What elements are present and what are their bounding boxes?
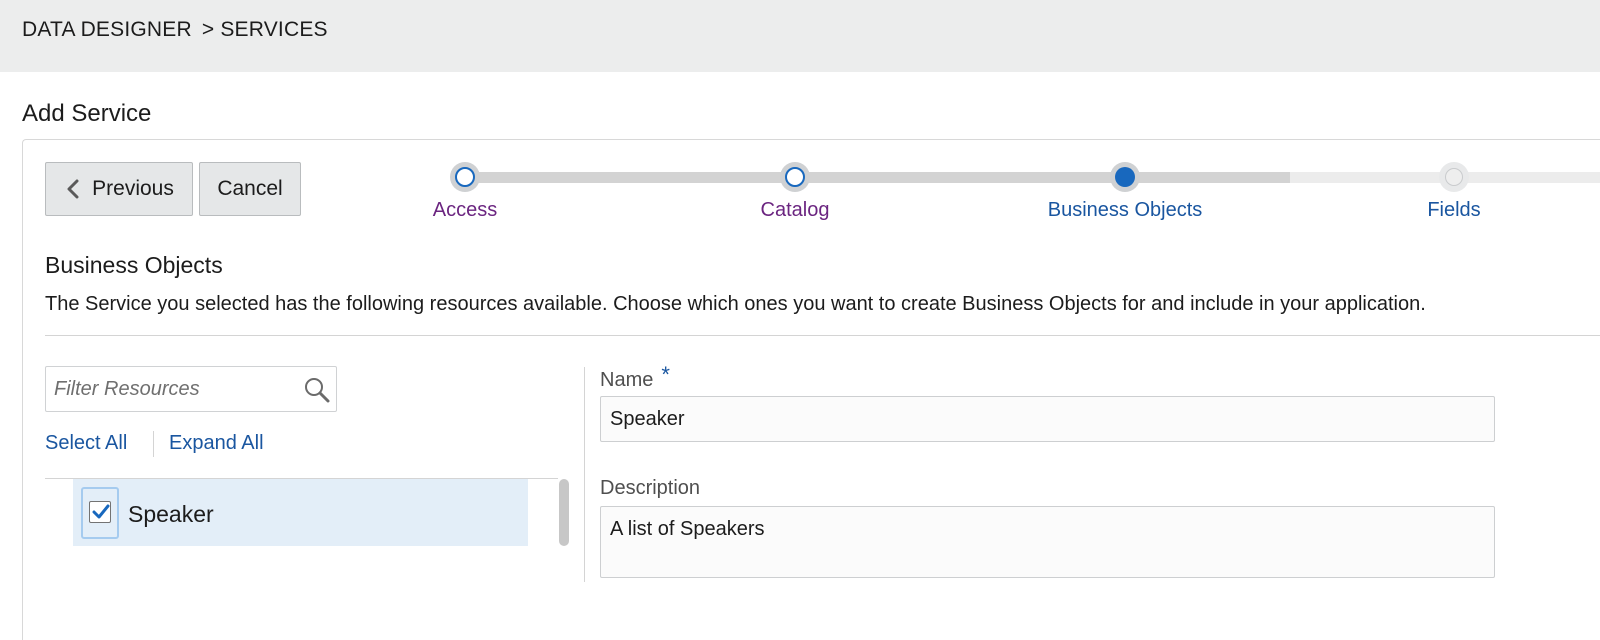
train-track-completed (465, 172, 1290, 183)
description-label: Description (600, 477, 701, 499)
train-label-access[interactable]: Access (433, 199, 497, 222)
train-stop-catalog[interactable] (780, 162, 810, 192)
search-icon[interactable] (303, 376, 331, 404)
resource-label: Speaker (128, 501, 214, 527)
train-label-catalog[interactable]: Catalog (761, 199, 830, 222)
previous-button-label: Previous (92, 177, 174, 200)
section-divider (45, 335, 1600, 336)
filter-resources-input[interactable] (54, 375, 294, 403)
filter-resources-field[interactable] (45, 366, 337, 412)
name-field[interactable] (600, 396, 1495, 442)
breadcrumb-root[interactable]: DATA DESIGNER (22, 18, 192, 41)
description-textarea[interactable]: A list of Speakers (610, 516, 1470, 570)
resource-checkbox[interactable] (89, 501, 111, 523)
list-scrollbar[interactable] (559, 479, 569, 546)
train-stop-fields[interactable] (1439, 162, 1469, 192)
previous-button[interactable]: Previous (45, 162, 193, 216)
cancel-button-label: Cancel (217, 177, 283, 200)
section-title: Business Objects (45, 252, 223, 278)
checkmark-icon (92, 504, 110, 519)
name-label-text: Name (600, 369, 654, 391)
select-all-link[interactable]: Select All (45, 432, 127, 455)
breadcrumb-current: SERVICES (220, 18, 328, 41)
required-indicator: * (661, 362, 670, 387)
expand-all-link[interactable]: Expand All (169, 432, 264, 455)
description-field[interactable]: A list of Speakers (600, 506, 1495, 578)
train-stop-business-objects[interactable] (1110, 162, 1140, 192)
train-label-fields[interactable]: Fields (1427, 199, 1480, 222)
top-bar: DATA DESIGNER > SERVICES (0, 0, 1600, 72)
breadcrumb: DATA DESIGNER > SERVICES (22, 18, 328, 42)
train-label-business-objects[interactable]: Business Objects (1048, 199, 1203, 222)
chevron-left-icon (64, 179, 82, 199)
cancel-button[interactable]: Cancel (199, 162, 301, 216)
section-description: The Service you selected has the followi… (45, 293, 1426, 315)
link-divider (153, 431, 154, 457)
column-divider (584, 367, 585, 582)
page-title: Add Service (22, 100, 152, 127)
name-label: Name * (600, 362, 670, 392)
breadcrumb-separator: > (201, 18, 215, 41)
list-item[interactable]: Speaker (73, 479, 528, 546)
name-input[interactable] (610, 406, 1470, 432)
train-stop-access[interactable] (450, 162, 480, 192)
